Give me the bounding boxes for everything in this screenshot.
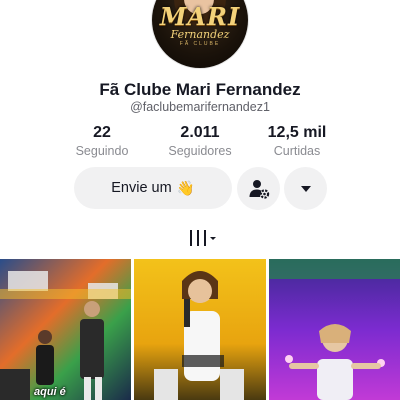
more-options-button[interactable] [284, 167, 327, 210]
caret-down-icon [300, 185, 311, 192]
add-friend-button[interactable] [237, 167, 280, 210]
stat-followers[interactable]: 2.011 Seguidores [150, 124, 250, 158]
person-gear-icon [249, 179, 269, 199]
send-message-label: Envie um [111, 180, 172, 196]
profile-handle: @faclubemarifernandez1 [130, 100, 270, 114]
stat-following-value: 22 [93, 124, 111, 141]
video-thumbnail[interactable] [134, 259, 266, 400]
video-scene [269, 259, 400, 400]
video-grid: aqui é [0, 259, 400, 400]
stat-following-label: Seguindo [75, 144, 129, 158]
grid-bars-icon[interactable] [188, 229, 218, 247]
video-thumbnail[interactable]: aqui é [0, 259, 131, 400]
avatar-logo-tag: FÃ CLUBE [179, 41, 221, 47]
waving-hand-icon: 👋 [176, 180, 195, 197]
stat-following[interactable]: 22 Seguindo [52, 124, 152, 158]
stat-likes-value: 12,5 mil [267, 124, 327, 141]
stat-likes-label: Curtidas [273, 144, 321, 158]
avatar-logo-text: MARI [159, 2, 241, 31]
profile-avatar[interactable]: ♛ ♛ MARI Fernandez FÃ CLUBE [152, 0, 248, 68]
avatar-logo-subtext: Fernandez [170, 28, 230, 41]
profile-name: Fã Clube Mari Fernandez [99, 80, 301, 99]
stat-followers-label: Seguidores [168, 144, 232, 158]
send-message-button[interactable]: Envie um 👋 [74, 167, 232, 209]
video-scene [154, 271, 244, 400]
stat-likes[interactable]: 12,5 mil Curtidas [247, 124, 347, 158]
video-scene [0, 271, 131, 400]
video-caption: aqui é [34, 386, 66, 398]
video-thumbnail[interactable] [269, 259, 400, 400]
stat-followers-value: 2.011 [180, 124, 220, 141]
